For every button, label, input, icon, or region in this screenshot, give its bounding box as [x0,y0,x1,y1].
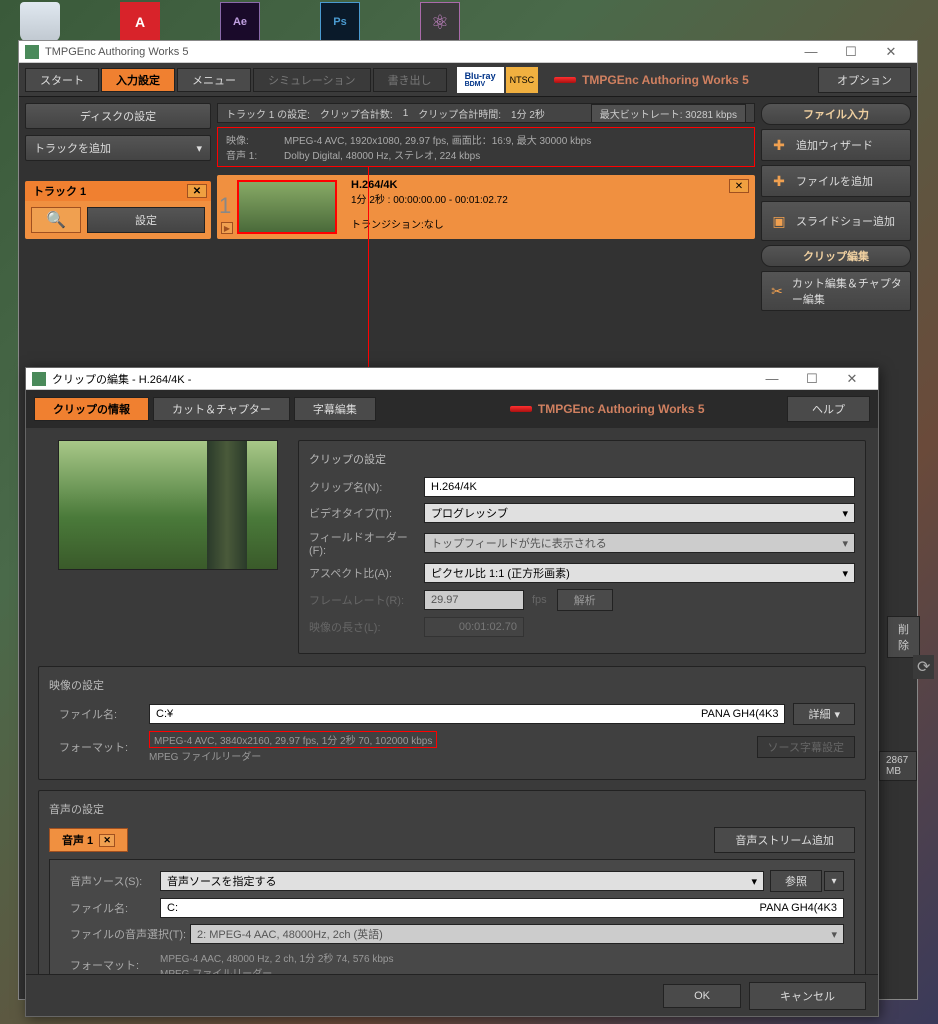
maximize-button[interactable]: ☐ [831,42,871,62]
tab-clip-info[interactable]: クリップの情報 [34,397,149,421]
cancel-button[interactable]: キャンセル [749,982,866,1010]
help-button[interactable]: ヘルプ [787,396,870,422]
dialog-maximize[interactable]: ☐ [792,369,832,389]
file-icon: ✚ [770,173,788,190]
preview-thumbnail [58,440,278,570]
nav-start[interactable]: スタート [25,68,99,92]
clip-edit-header: クリップ編集 [761,245,911,267]
video-file-path[interactable]: C:¥PANA GH4(4K3 [149,704,785,724]
add-track-button[interactable]: トラックを追加▾ [25,135,211,161]
clip-close-button[interactable]: ✕ [729,179,749,193]
top-navigation: スタート 入力設定 メニュー シミュレーション 書き出し Blu-ray BDM… [19,63,917,97]
chevron-down-icon: ▾ [751,875,757,888]
duration-field: 00:01:02.70 [424,617,524,637]
analyze-button[interactable]: 解析 [557,589,613,611]
media-info-box: 映像: MPEG-4 AVC, 1920x1080, 29.97 fps, 画面… [217,127,755,167]
tab-subtitle[interactable]: 字幕編集 [294,397,376,421]
led-icon [510,406,532,412]
delete-button[interactable]: 削除 [887,616,920,658]
clip-thumbnail[interactable]: ▶ [237,180,337,234]
audio-file-path[interactable]: C:PANA GH4(4K3 [160,898,844,918]
track-close-button[interactable]: ✕ [187,184,207,198]
video-type-select[interactable]: プログレッシブ▾ [424,503,855,523]
nav-export: 書き出し [373,68,447,92]
disk-settings-button[interactable]: ディスクの設定 [25,103,211,129]
chevron-down-icon: ▾ [842,567,848,580]
video-settings-group: 映像の設定 ファイル名: C:¥PANA GH4(4K3 詳細▾ フォーマット:… [38,666,866,780]
clip-name-input[interactable] [424,477,855,497]
chevron-down-icon: ▾ [196,142,202,155]
source-subtitle-button: ソース字幕設定 [757,736,855,758]
file-input-header: ファイル入力 [761,103,911,125]
aspect-ratio-select[interactable]: ピクセル比 1:1 (正方形画素)▾ [424,563,855,583]
track-settings-button[interactable]: 設定 [87,207,205,233]
track-search-button[interactable]: 🔍 [31,207,81,233]
clip-settings-group: クリップの設定 クリップ名(N): ビデオタイプ(T): プログレッシブ▾ フィ… [298,440,866,654]
chevron-down-icon: ▾ [842,537,848,550]
photoshop-icon[interactable]: Ps [320,2,360,42]
dialog-footer: OK キャンセル [26,974,878,1016]
audio-stream-select: 2: MPEG-4 AAC, 48000Hz, 2ch (英語)▾ [190,924,844,944]
audio-source-select[interactable]: 音声ソースを指定する▾ [160,871,764,891]
search-icon: 🔍 [46,210,66,230]
close-button[interactable]: ✕ [871,42,911,62]
ok-button[interactable]: OK [663,984,741,1008]
audio-settings-group: 音声の設定 音声 1 ✕ 音声ストリーム追加 音声ソース(S): 音声ソースを指… [38,790,866,974]
clip-item[interactable]: 1 ▶ H.264/4K 1分 2秒 : 00:00:00.00 - 00:01… [217,175,755,239]
app-icon[interactable]: ⚛ [420,2,460,42]
track-info-bar: トラック 1 の設定: クリップ合計数: 1 クリップ合計時間: 1分 2秒 最… [217,103,755,123]
browse-button[interactable]: 参照 [770,870,822,892]
dialog-brand: TMPGEnc Authoring Works 5 [510,402,705,416]
add-wizard-button[interactable]: ✚追加ウィザード [761,129,911,161]
play-button[interactable]: ▶ [221,222,233,234]
image-icon: ▣ [770,213,788,230]
audio-tab-close[interactable]: ✕ [99,834,115,847]
refresh-icon[interactable]: ⟳ [913,655,934,679]
desktop-icons: A Ae Ps ⚛ [20,2,460,42]
adobe-icon[interactable]: A [120,2,160,42]
main-window-title: TMPGEnc Authoring Works 5 [45,46,188,58]
add-audio-stream-button[interactable]: 音声ストリーム追加 [714,827,855,853]
ntsc-badge: NTSC [506,67,539,93]
video-detail-button[interactable]: 詳細▾ [793,703,855,725]
track-header[interactable]: トラック 1 ✕ [25,181,211,201]
plus-icon: ✚ [770,137,788,154]
chevron-down-icon: ▾ [831,928,837,941]
chevron-down-icon: ▾ [834,708,840,721]
field-order-select: トップフィールドが先に表示される▾ [424,533,855,553]
chevron-down-icon: ▾ [842,507,848,520]
minimize-button[interactable]: — [791,42,831,62]
frame-rate-field: 29.97 [424,590,524,610]
tab-cut-chapter[interactable]: カット＆チャプター [153,397,290,421]
clip-details: H.264/4K 1分 2秒 : 00:00:00.00 - 00:01:02.… [343,175,755,239]
app-icon [32,372,46,386]
scissors-icon: ✂ [770,283,784,300]
dialog-title-bar: クリップの編集 - H.264/4K - — ☐ ✕ [26,368,878,390]
nav-simulation: シミュレーション [253,68,371,92]
dialog-tabs: クリップの情報 カット＆チャプター 字幕編集 TMPGEnc Authoring… [26,390,878,428]
cut-edit-button[interactable]: ✂カット編集＆チャプター編集 [761,271,911,311]
main-title-bar: TMPGEnc Authoring Works 5 — ☐ ✕ [19,41,917,63]
clip-edit-dialog: クリップの編集 - H.264/4K - — ☐ ✕ クリップの情報 カット＆チ… [25,367,879,1017]
bluray-badge: Blu-ray BDMV [457,67,504,93]
dialog-close[interactable]: ✕ [832,369,872,389]
video-format-highlight: MPEG-4 AVC, 3840x2160, 29.97 fps, 1分 2秒 … [149,731,437,748]
dialog-minimize[interactable]: — [752,369,792,389]
audio-tab-1[interactable]: 音声 1 ✕ [49,828,128,852]
app-icon [25,45,39,59]
nav-input-settings[interactable]: 入力設定 [101,68,175,92]
recycle-bin-icon[interactable] [20,2,60,42]
after-effects-icon[interactable]: Ae [220,2,260,42]
nav-menu[interactable]: メニュー [177,68,251,92]
clip-number: 1 [219,193,231,219]
memory-indicator: 2867 MB [879,751,917,781]
led-icon [554,77,576,83]
browse-dropdown[interactable]: ▾ [824,871,844,891]
add-slideshow-button[interactable]: ▣スライドショー追加 [761,201,911,241]
brand-badge: TMPGEnc Authoring Works 5 [554,73,749,87]
add-file-button[interactable]: ✚ファイルを追加 [761,165,911,197]
option-button[interactable]: オプション [818,67,911,93]
